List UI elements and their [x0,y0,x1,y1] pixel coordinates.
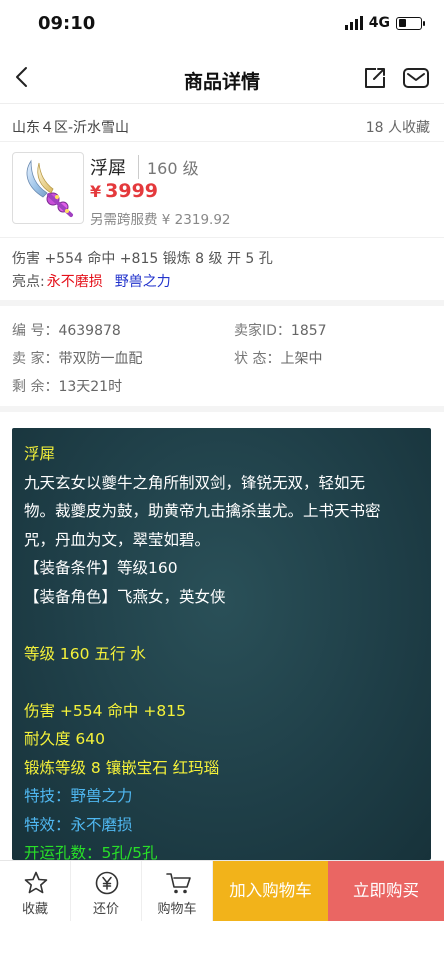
meta-label: 卖家ID： [234,323,291,339]
listing-meta: 编 号：4639878 卖家ID：1857 卖 家：带双防一血配 状 态：上架中… [0,306,444,406]
seller-name: 卖 家：带双防一血配 [12,348,142,368]
server-name: 山东４区-沂水雪山 [12,120,130,136]
stats-line: 伤害 +554 命中 +815 锻炼 8 级 开 5 孔 [12,251,273,267]
meta-label: 剩 余： [12,379,59,395]
section-divider [0,406,444,412]
message-button[interactable] [402,65,430,91]
cart-icon [166,873,191,894]
item-name: 浮犀 [90,158,126,179]
desc-line: 锻炼等级 8 镶嵌宝石 红玛瑙 [24,758,220,777]
meta-value: 带双防一血配 [58,351,143,367]
desc-line: 【装备角色】飞燕女，英女侠 [24,587,226,606]
time-remaining: 剩 余：13天21时 [12,376,122,396]
desc-line: 浮犀 [24,445,56,463]
network-type: 4G [368,15,390,31]
meta-label: 状 态： [234,351,281,367]
cart-button[interactable]: 购物车 [142,861,213,921]
desc-line: 物。裁夔皮为鼓，助黄帝九击擒杀蚩尤。上书天书密 [24,502,381,520]
share-icon [365,68,385,88]
favorite-count: 18 人收藏 [365,120,430,136]
twin-swords-icon [26,159,73,217]
cart-label: 购物车 [157,902,197,917]
share-button[interactable] [362,65,388,91]
desc-line: 特效：永不磨损 [24,815,133,834]
desc-line: 开运孔数：5孔/5孔 [24,844,158,860]
item-price: ¥3999 [90,180,158,202]
buy-now-button[interactable]: 立即购买 [328,861,444,921]
yen-coin-icon [95,871,119,895]
meta-label: 卖 家： [12,351,59,367]
desc-line: 【装备条件】等级160 [24,559,178,577]
highlight-tag: 永不磨损 [46,274,103,290]
item-image[interactable] [12,152,84,224]
seller-id: 卖家ID：1857 [234,320,327,340]
signal-icon [344,16,363,30]
status-indicators: 4G [344,15,425,31]
cross-server-fee: 另需跨服费 ¥ 2319.92 [90,212,231,228]
meta-label: 编 号： [12,323,59,339]
favorite-label: 收藏 [21,902,48,917]
meta-value: 上架中 [280,351,323,367]
highlight-tag: 野兽之力 [114,274,171,290]
listing-status: 状 态：上架中 [234,348,322,368]
item-card[interactable]: 浮犀 160 级 ¥3999 另需跨服费 ¥ 2319.92 [0,142,444,238]
desc-line: 耐久度 640 [24,730,106,748]
desc-line: 特技：野兽之力 [24,787,133,805]
bottom-action-bar: 收藏 还价 购物车 加入购物车 立即购买 [0,860,444,921]
highlights-label: 亮点: [12,274,45,290]
desc-line: 咒，丹血为文，翠莹如碧。 [24,530,211,549]
meta-value: 4639878 [58,323,121,339]
price-value: 3999 [105,180,159,202]
item-description: 浮犀 九天玄女以夔牛之角所制双剑，锋锐无双，轻如无 物。裁夔皮为鼓，助黄帝九击擒… [12,428,431,860]
bargain-label: 还价 [92,902,119,917]
mail-icon [403,68,429,88]
desc-line: 伤害 +554 命中 +815 [24,701,186,720]
status-time: 09:10 [38,13,96,34]
item-level: 160 级 [138,155,199,179]
battery-icon [396,16,425,30]
price-currency: ¥ [90,182,102,201]
desc-line: 等级 160 五行 水 [24,644,146,663]
star-icon [24,871,48,894]
add-to-cart-button[interactable]: 加入购物车 [213,861,328,921]
status-bar: 09:10 4G [0,0,444,48]
desc-line: 九天玄女以夔牛之角所制双剑，锋锐无双，轻如无 [24,473,366,492]
listing-id: 编 号：4639878 [12,320,121,340]
highlights-line: 亮点: 永不磨损 野兽之力 [12,271,171,291]
server-row: 山东４区-沂水雪山 18 人收藏 [0,108,444,142]
attribute-summary: 伤害 +554 命中 +815 锻炼 8 级 开 5 孔 亮点: 永不磨损 野兽之力 [0,238,444,300]
meta-value: 13天21时 [58,379,123,395]
favorite-button[interactable]: 收藏 [0,861,71,921]
nav-bar: 商品详情 [0,52,444,104]
bargain-button[interactable]: 还价 [71,861,142,921]
meta-value: 1857 [290,323,327,339]
